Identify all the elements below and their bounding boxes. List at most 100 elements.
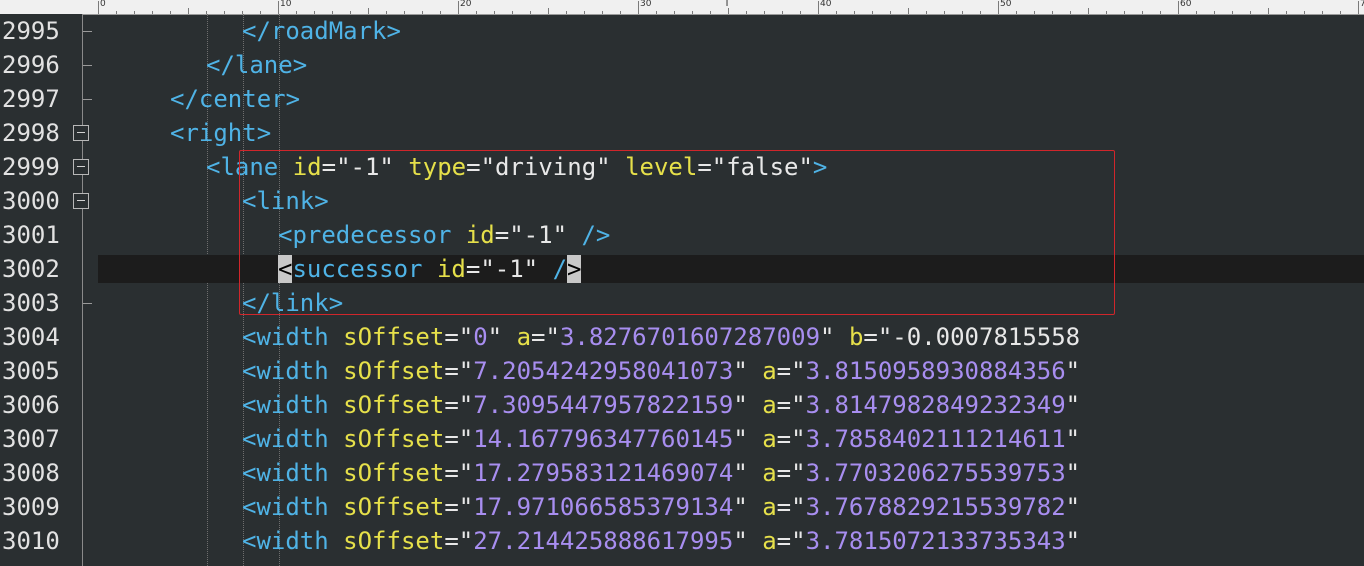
token-str: " <box>791 527 806 555</box>
code-line[interactable]: 2996 </lane> <box>0 48 1364 82</box>
fold-collapse-icon[interactable] <box>73 159 89 175</box>
token-str <box>502 323 516 351</box>
code-text[interactable]: </lane> <box>206 52 307 78</box>
fold-end-marker <box>83 65 92 66</box>
token-eq: = <box>444 357 459 385</box>
token-str: " <box>733 493 748 521</box>
code-text[interactable]: </roadMark> <box>242 18 401 44</box>
token-br: </ <box>206 51 235 79</box>
fold-collapse-icon[interactable] <box>73 193 89 209</box>
token-attr: sOffset <box>343 391 445 419</box>
code-line[interactable]: 3006 <width sOffset="7.3095447957822159" … <box>0 388 1364 422</box>
code-line[interactable]: 3005 <width sOffset="7.2054242958041073" … <box>0 354 1364 388</box>
code-line[interactable]: 2995 </roadMark> <box>0 14 1364 48</box>
token-str: " <box>733 527 748 555</box>
token-str: " <box>1065 425 1081 453</box>
token-str: " <box>458 425 474 453</box>
token-num: 3.7703206275539753 <box>805 459 1066 487</box>
token-tag: center <box>198 85 286 113</box>
token-str <box>329 357 343 385</box>
token-str <box>748 459 762 487</box>
token-num: 3.8150958930884356 <box>805 357 1066 385</box>
token-br: </ <box>170 85 199 113</box>
token-eq: = <box>531 323 546 351</box>
token-attr: a <box>762 527 777 555</box>
token-str <box>329 527 343 555</box>
token-str: " <box>791 357 806 385</box>
token-br: </ <box>242 17 271 45</box>
token-str: " <box>487 323 503 351</box>
token-str: " <box>733 391 748 419</box>
token-eq: = <box>444 527 459 555</box>
code-text[interactable]: <width sOffset="7.2054242958041073" a="3… <box>242 358 1080 384</box>
token-str <box>748 425 762 453</box>
selection-highlight-box <box>239 150 1115 315</box>
token-br: < <box>242 459 257 487</box>
token-str: " <box>458 459 474 487</box>
token-str <box>329 493 343 521</box>
code-text[interactable]: <width sOffset="27.214425888617995" a="3… <box>242 528 1080 554</box>
token-str: " <box>791 493 806 521</box>
token-str: " <box>1065 527 1081 555</box>
token-attr: b <box>848 323 864 351</box>
token-br: < <box>242 357 257 385</box>
code-line[interactable]: 3007 <width sOffset="14.167796347760145" … <box>0 422 1364 456</box>
code-line[interactable]: 3004 <width sOffset="0" a="3.827670160728… <box>0 320 1364 354</box>
token-br: > <box>285 85 301 113</box>
token-num: 27.214425888617995 <box>473 527 734 555</box>
column-ruler[interactable]: 0 10 20 30 40 50 60 70 T <box>0 0 1364 15</box>
token-br: > <box>292 51 308 79</box>
code-line[interactable]: 2998 <right> <box>0 116 1364 150</box>
line-number: 3005 <box>2 357 60 385</box>
token-str: " <box>1065 493 1081 521</box>
code-line[interactable]: 3008 <width sOffset="17.279583121469074" … <box>0 456 1364 490</box>
line-number: 3000 <box>2 187 60 215</box>
token-eq: = <box>444 323 459 351</box>
token-attr: sOffset <box>343 527 445 555</box>
token-num: 7.3095447957822159 <box>473 391 734 419</box>
code-text[interactable]: </center> <box>170 86 300 112</box>
line-number: 2997 <box>2 85 60 113</box>
code-line[interactable]: 3010 <width sOffset="27.214425888617995" … <box>0 524 1364 558</box>
line-number: 3006 <box>2 391 60 419</box>
token-num: 0 <box>473 323 488 351</box>
token-tag: width <box>256 323 329 351</box>
token-num: 17.279583121469074 <box>473 459 734 487</box>
token-attr: a <box>762 459 777 487</box>
token-attr: a <box>762 425 777 453</box>
token-str: " <box>458 493 474 521</box>
ruler-label: 40 <box>820 0 832 9</box>
token-tag: width <box>256 459 329 487</box>
token-tag: width <box>256 493 329 521</box>
fold-collapse-icon[interactable] <box>73 125 89 141</box>
token-attr: a <box>762 391 777 419</box>
token-num: 17.971066585379134 <box>473 493 734 521</box>
token-str: " <box>791 459 806 487</box>
code-text[interactable]: <width sOffset="17.971066585379134" a="3… <box>242 494 1080 520</box>
token-eq: = <box>776 425 792 453</box>
ruler-caret-marker: T <box>724 0 731 9</box>
token-num: 7.2054242958041073 <box>473 357 734 385</box>
line-number: 2998 <box>2 119 60 147</box>
token-str <box>748 493 762 521</box>
code-text[interactable]: <width sOffset="17.279583121469074" a="3… <box>242 460 1080 486</box>
code-line[interactable]: 2997 </center> <box>0 82 1364 116</box>
token-str <box>748 391 762 419</box>
code-text[interactable]: <width sOffset="7.3095447957822159" a="3… <box>242 392 1080 418</box>
line-number: 3001 <box>2 221 60 249</box>
code-line[interactable]: 3009 <width sOffset="17.971066585379134" … <box>0 490 1364 524</box>
ruler-label: 70 <box>1358 0 1364 9</box>
token-attr: sOffset <box>343 459 445 487</box>
token-attr: a <box>516 323 532 351</box>
token-str <box>748 357 762 385</box>
token-str <box>748 527 762 555</box>
code-text[interactable]: <width sOffset="0" a="3.8276701607287009… <box>242 324 1080 350</box>
token-eq: = <box>444 459 459 487</box>
code-text[interactable]: <width sOffset="14.167796347760145" a="3… <box>242 426 1080 452</box>
token-eq: = <box>444 493 459 521</box>
ruler-label: 10 <box>280 0 292 9</box>
code-text[interactable]: <right> <box>170 120 271 146</box>
token-eq: = <box>776 391 792 419</box>
line-number: 3003 <box>2 289 60 317</box>
token-str: " <box>545 323 560 351</box>
